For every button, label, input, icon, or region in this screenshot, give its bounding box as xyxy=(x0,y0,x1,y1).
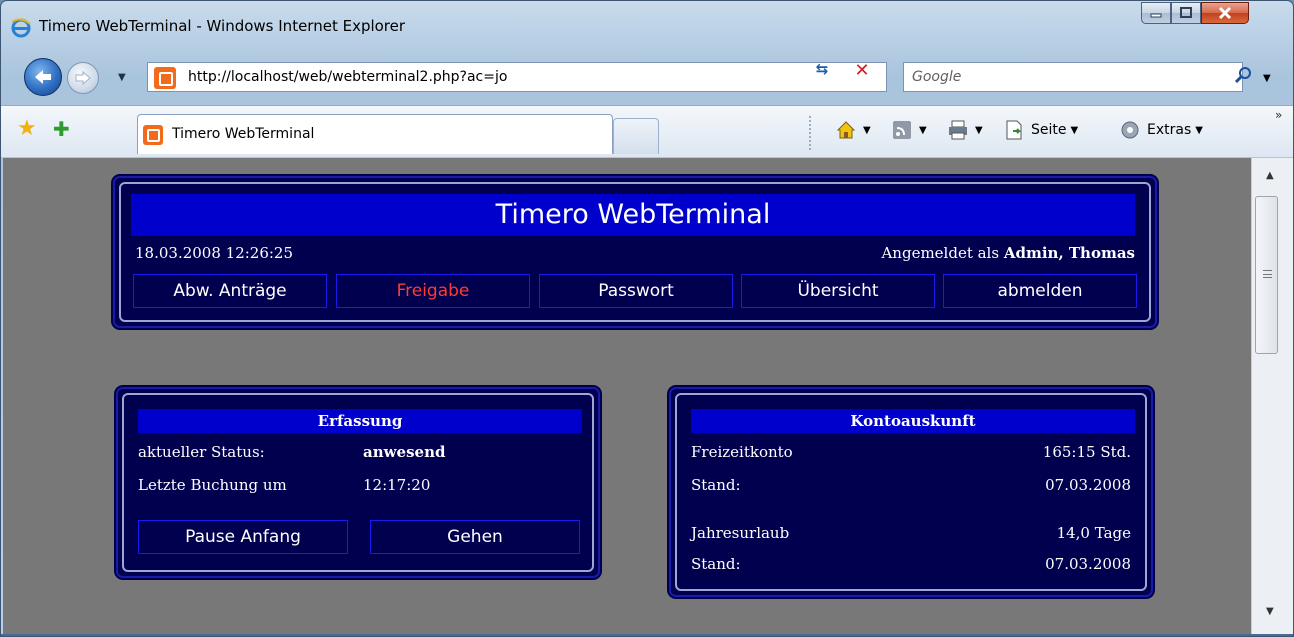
nav-abw-antraege[interactable]: Abw. Anträge xyxy=(133,274,327,308)
status-value: anwesend xyxy=(363,443,446,461)
logged-in-prefix: Angemeldet als xyxy=(881,244,1000,262)
gear-icon xyxy=(1121,121,1139,139)
erfassung-title: Erfassung xyxy=(138,409,582,433)
printer-icon xyxy=(949,120,967,140)
refresh-icon[interactable]: ⇆ xyxy=(810,60,834,82)
nav-uebersicht[interactable]: Übersicht xyxy=(741,274,935,308)
chevron-more-icon[interactable]: » xyxy=(1275,108,1282,122)
add-favorite-icon[interactable]: ✚ xyxy=(53,117,77,141)
navigation-bar: ▼ http://localhost/web/webterminal2.php?… xyxy=(1,56,1293,100)
search-box[interactable]: Google xyxy=(903,62,1243,92)
freizeitkonto-stand-label: Stand: xyxy=(691,476,741,494)
search-placeholder[interactable]: Google xyxy=(912,69,961,85)
jahresurlaub-value: 14,0 Tage xyxy=(1056,524,1131,542)
erfassung-panel: Erfassung aktueller Status: anwesend Let… xyxy=(116,387,600,578)
arrow-right-icon xyxy=(75,70,91,86)
logged-in-user: Angemeldet als Admin, Thomas xyxy=(881,244,1135,262)
scroll-grip-icon xyxy=(1263,270,1272,278)
home-button[interactable]: ▼ xyxy=(835,119,871,141)
page-menu-button[interactable]: Seite ▼ xyxy=(1003,119,1078,141)
nav-abmelden[interactable]: abmelden xyxy=(943,274,1137,308)
tab-bar: ★ ✚ Timero WebTerminal ▼ ▼ ▼ Seite ▼ Ext… xyxy=(1,105,1293,157)
minimize-icon xyxy=(1150,13,1162,18)
home-dropdown-icon[interactable]: ▼ xyxy=(863,125,871,136)
page-content: Timero WebTerminal 18.03.2008 12:26:25 A… xyxy=(3,158,1251,634)
history-dropdown-icon[interactable]: ▼ xyxy=(118,72,126,83)
tab-label: Timero WebTerminal xyxy=(172,126,315,142)
toolbar-separator xyxy=(809,116,811,150)
ie-logo-icon xyxy=(11,18,31,38)
address-bar[interactable]: http://localhost/web/webterminal2.php?ac… xyxy=(147,62,948,92)
new-tab-button[interactable] xyxy=(613,118,659,154)
vertical-scrollbar[interactable]: ▲ ▼ xyxy=(1251,158,1293,634)
freizeitkonto-label: Freizeitkonto xyxy=(691,443,793,461)
scroll-thumb[interactable] xyxy=(1255,196,1278,354)
freizeitkonto-value: 165:15 Std. xyxy=(1042,443,1131,461)
address-text[interactable]: http://localhost/web/webterminal2.php?ac… xyxy=(188,69,507,85)
arrow-left-icon xyxy=(35,70,51,84)
page-menu-label: Seite xyxy=(1031,122,1067,138)
logged-in-name: Admin, Thomas xyxy=(1003,244,1135,262)
last-booking-value: 12:17:20 xyxy=(363,476,431,494)
scroll-up-icon[interactable]: ▲ xyxy=(1266,170,1274,181)
kontoauskunft-panel: Kontoauskunft Freizeitkonto 165:15 Std. … xyxy=(669,387,1153,597)
last-booking-label: Letzte Buchung um xyxy=(138,476,287,494)
maximize-button[interactable] xyxy=(1171,2,1201,24)
jahresurlaub-stand-value: 07.03.2008 xyxy=(1045,555,1131,573)
page-menu-dropdown-icon: ▼ xyxy=(1070,124,1079,136)
tools-menu-label: Extras xyxy=(1147,122,1192,138)
tab-favicon-icon xyxy=(143,125,163,145)
current-datetime: 18.03.2008 12:26:25 xyxy=(135,244,294,262)
close-icon xyxy=(1218,6,1232,20)
nav-passwort[interactable]: Passwort xyxy=(539,274,733,308)
kontoauskunft-title: Kontoauskunft xyxy=(691,409,1135,433)
tab-timero[interactable]: Timero WebTerminal xyxy=(137,114,613,154)
maximize-icon xyxy=(1180,7,1192,18)
search-options-icon[interactable]: ▼ xyxy=(1263,73,1271,84)
page-icon xyxy=(1006,120,1022,140)
minimize-button[interactable] xyxy=(1141,2,1171,24)
home-icon xyxy=(836,121,856,139)
close-button[interactable] xyxy=(1201,2,1249,24)
leave-button[interactable]: Gehen xyxy=(370,520,580,554)
jahresurlaub-label: Jahresurlaub xyxy=(691,524,790,542)
search-icon[interactable] xyxy=(1233,65,1255,87)
rss-icon xyxy=(893,121,911,139)
print-dropdown-icon[interactable]: ▼ xyxy=(975,125,983,136)
back-button[interactable] xyxy=(24,58,62,96)
browser-window: Timero WebTerminal - Windows Internet Ex… xyxy=(0,0,1294,637)
pause-start-button[interactable]: Pause Anfang xyxy=(138,520,348,554)
jahresurlaub-stand-label: Stand: xyxy=(691,555,741,573)
favorites-star-icon[interactable]: ★ xyxy=(17,117,41,141)
nav-freigabe[interactable]: Freigabe xyxy=(336,274,530,308)
page-title: Timero WebTerminal xyxy=(131,194,1135,236)
tools-menu-dropdown-icon: ▼ xyxy=(1195,124,1203,136)
forward-button[interactable] xyxy=(67,62,99,94)
tools-menu-button[interactable]: Extras ▼ xyxy=(1119,119,1203,141)
scroll-down-icon[interactable]: ▼ xyxy=(1266,606,1274,617)
freizeitkonto-stand-value: 07.03.2008 xyxy=(1045,476,1131,494)
status-label: aktueller Status: xyxy=(138,443,265,461)
feeds-button[interactable]: ▼ xyxy=(891,119,927,141)
stop-icon[interactable]: ✕ xyxy=(850,60,874,82)
window-title: Timero WebTerminal - Windows Internet Ex… xyxy=(39,17,406,35)
feeds-dropdown-icon[interactable]: ▼ xyxy=(919,125,927,136)
print-button[interactable]: ▼ xyxy=(947,119,983,141)
site-favicon-icon xyxy=(154,67,176,89)
header-panel: Timero WebTerminal 18.03.2008 12:26:25 A… xyxy=(113,176,1157,328)
title-bar: Timero WebTerminal - Windows Internet Ex… xyxy=(1,1,1293,55)
